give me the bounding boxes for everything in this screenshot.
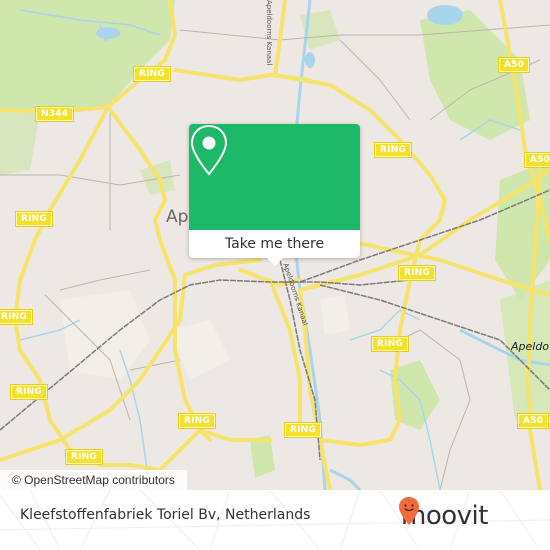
road-shield-ring: RING bbox=[0, 310, 32, 324]
road-shield-ring: RING bbox=[11, 385, 47, 399]
road-shield-ring: RING bbox=[372, 337, 408, 351]
road-shield-n344: N344 bbox=[36, 107, 74, 121]
location-popup: Take me there bbox=[189, 124, 360, 266]
moovit-pin-icon bbox=[399, 497, 419, 525]
place-name: Kleefstoffenfabriek Toriel Bv, Netherlan… bbox=[20, 507, 311, 523]
popup-header bbox=[189, 124, 360, 230]
map[interactable]: RING N344 RING A50 RING A50 RING RING RI… bbox=[0, 0, 550, 490]
road-shield-a50: A50 bbox=[525, 153, 550, 167]
road-shield-ring: RING bbox=[66, 450, 102, 464]
road-shield-ring: RING bbox=[399, 266, 435, 280]
canal-label: Apeldoorns Kanaal bbox=[265, 0, 273, 66]
road-shield-a50: A50 bbox=[518, 414, 549, 428]
footer: Kleefstoffenfabriek Toriel Bv, Netherlan… bbox=[0, 490, 550, 550]
road-shield-ring: RING bbox=[134, 67, 170, 81]
road-shield-ring: RING bbox=[16, 212, 52, 226]
road-shield-a50: A50 bbox=[499, 58, 530, 72]
popup-pointer bbox=[267, 258, 283, 266]
moovit-logo[interactable]: moovit bbox=[398, 496, 488, 536]
road-shield-ring: RING bbox=[375, 143, 411, 157]
city-label-east: Apeldo bbox=[511, 340, 550, 353]
road-shield-ring: RING bbox=[285, 423, 321, 437]
road-shield-ring: RING bbox=[179, 414, 215, 428]
city-label: Ap bbox=[166, 207, 189, 227]
osm-attribution[interactable]: © OpenStreetMap contributors bbox=[0, 470, 187, 490]
take-me-there-button[interactable]: Take me there bbox=[189, 230, 360, 258]
map-pin-icon bbox=[190, 124, 228, 176]
